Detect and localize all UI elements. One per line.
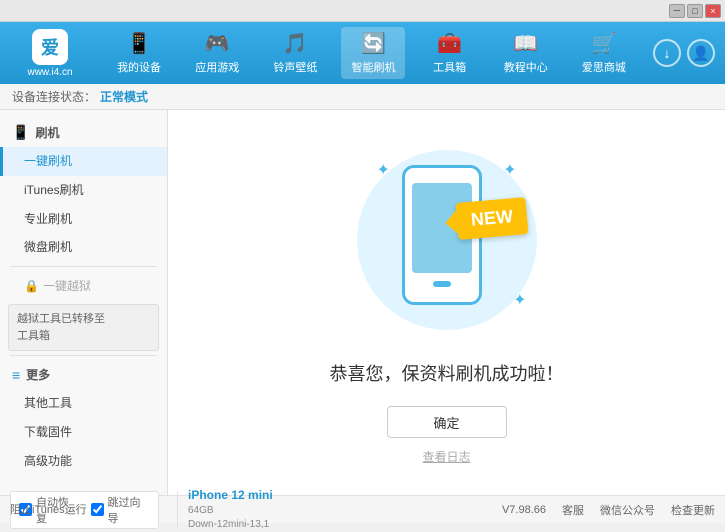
my-device-label: 我的设备 <box>117 59 161 75</box>
main-layout: 📱 刷机 一键刷机 iTunes刷机 专业刷机 微盘刷机 🔒 一键越狱 越狱工具… <box>0 110 725 495</box>
nav-item-shopping[interactable]: 🛒 爱思商城 <box>572 27 636 79</box>
minimize-button[interactable]: － <box>669 4 685 18</box>
close-button[interactable]: × <box>705 4 721 18</box>
confirm-button[interactable]: 确定 <box>387 406 507 438</box>
device-name: iPhone 12 mini <box>188 487 273 504</box>
status-bar: 设备连接状态： 正常模式 <box>0 84 725 110</box>
shopping-label: 爱思商城 <box>582 59 626 75</box>
restore-button[interactable]: □ <box>687 4 703 18</box>
version-text: V7.98.66 <box>502 504 546 516</box>
bottom-bar: 自动恢复 跳过向导 iPhone 12 mini 64GB Down-12min… <box>0 495 725 523</box>
sparkle-icon-2: ✦ <box>503 160 516 180</box>
sidebar-section-more: ≡ 更多 <box>0 360 167 389</box>
sidebar-item-itunes-flash[interactable]: iTunes刷机 <box>0 176 167 205</box>
flash-section-icon: 📱 <box>12 124 29 141</box>
shopping-icon: 🛒 <box>591 31 616 56</box>
logo-icon: 爱 <box>32 29 68 65</box>
sidebar-info-box: 越狱工具已转移至工具箱 <box>8 304 159 351</box>
more-section-icon: ≡ <box>12 367 20 383</box>
status-value: 正常模式 <box>100 88 148 105</box>
smart-flash-label: 智能刷机 <box>351 59 395 75</box>
sidebar-item-one-key-flash[interactable]: 一键刷机 <box>0 147 167 176</box>
download-button[interactable]: ↓ <box>653 39 681 67</box>
new-badge: NEW <box>455 197 528 240</box>
bottom-content: iPhone 12 mini 64GB Down-12mini-13,1 <box>178 487 502 532</box>
toolbox-icon: 🧰 <box>437 31 462 56</box>
nav-item-my-device[interactable]: 📱 我的设备 <box>107 27 171 79</box>
phone-button <box>433 281 451 287</box>
status-label: 设备连接状态： <box>12 88 96 105</box>
my-device-icon: 📱 <box>127 31 152 56</box>
wallpaper-label: 铃声壁纸 <box>273 59 317 75</box>
success-illustration: NEW ✦ ✦ ✦ <box>347 140 547 340</box>
content-area: NEW ✦ ✦ ✦ 恭喜您，保资料刷机成功啦！ 确定 查看日志 <box>168 110 725 495</box>
bottom-right: V7.98.66 客服 微信公众号 检查更新 <box>502 502 715 518</box>
nav-item-apps-games[interactable]: 🎮 应用游戏 <box>185 27 249 79</box>
nav-items: 📱 我的设备 🎮 应用游戏 🎵 铃声壁纸 🔄 智能刷机 🧰 工具箱 📖 教程中心… <box>100 27 643 79</box>
lock-icon: 🔒 <box>24 279 39 293</box>
smart-flash-icon: 🔄 <box>361 31 386 56</box>
sparkle-icon-3: ✦ <box>513 290 526 310</box>
sidebar-section-flash: 📱 刷机 <box>0 118 167 147</box>
nav-item-smart-flash[interactable]: 🔄 智能刷机 <box>341 27 405 79</box>
device-capacity: 64GB <box>188 504 273 518</box>
sidebar-divider-1 <box>10 266 157 267</box>
success-text: 恭喜您，保资料刷机成功啦！ <box>330 360 564 386</box>
wallpaper-icon: 🎵 <box>283 31 308 56</box>
logo-text: www.i4.cn <box>27 67 72 78</box>
view-log-link[interactable]: 查看日志 <box>422 448 470 465</box>
sidebar-divider-2 <box>10 355 157 356</box>
skip-wizard-input[interactable] <box>91 503 104 516</box>
device-model: Down-12mini-13,1 <box>188 518 273 532</box>
title-bar: － □ × <box>0 0 725 22</box>
apps-games-icon: 🎮 <box>205 31 230 56</box>
nav-item-toolbox[interactable]: 🧰 工具箱 <box>420 27 480 79</box>
sidebar-item-download-firmware[interactable]: 下载固件 <box>0 418 167 447</box>
check-update-link[interactable]: 检查更新 <box>671 502 715 518</box>
nav-bar: 爱 www.i4.cn 📱 我的设备 🎮 应用游戏 🎵 铃声壁纸 🔄 智能刷机 … <box>0 22 725 84</box>
nav-right-buttons: ↓ 👤 <box>653 39 715 67</box>
logo: 爱 www.i4.cn <box>10 29 90 78</box>
toolbox-label: 工具箱 <box>433 59 466 75</box>
sidebar-section-flash-label: 刷机 <box>35 124 59 141</box>
account-button[interactable]: 👤 <box>687 39 715 67</box>
sidebar-item-other-tools[interactable]: 其他工具 <box>0 389 167 418</box>
sidebar-section-more-label: 更多 <box>26 366 50 383</box>
sidebar-item-micro-flash[interactable]: 微盘刷机 <box>0 233 167 262</box>
tutorial-icon: 📖 <box>513 31 538 56</box>
skip-wizard-label: 跳过向导 <box>108 494 151 526</box>
customer-service-link[interactable]: 客服 <box>562 502 584 518</box>
nav-item-tutorial[interactable]: 📖 教程中心 <box>494 27 558 79</box>
sidebar-item-pro-flash[interactable]: 专业刷机 <box>0 205 167 234</box>
wechat-public-link[interactable]: 微信公众号 <box>600 502 655 518</box>
skip-wizard-checkbox[interactable]: 跳过向导 <box>91 494 151 526</box>
sidebar: 📱 刷机 一键刷机 iTunes刷机 专业刷机 微盘刷机 🔒 一键越狱 越狱工具… <box>0 110 168 495</box>
stop-itunes-label: 阻止iTunes运行 <box>10 501 87 517</box>
tutorial-label: 教程中心 <box>504 59 548 75</box>
sparkle-icon-1: ✦ <box>377 160 390 180</box>
sidebar-item-advanced[interactable]: 高级功能 <box>0 447 167 476</box>
apps-games-label: 应用游戏 <box>195 59 239 75</box>
sidebar-item-jailbreak-disabled: 🔒 一键越狱 <box>0 271 167 300</box>
nav-item-wallpaper[interactable]: 🎵 铃声壁纸 <box>263 27 327 79</box>
